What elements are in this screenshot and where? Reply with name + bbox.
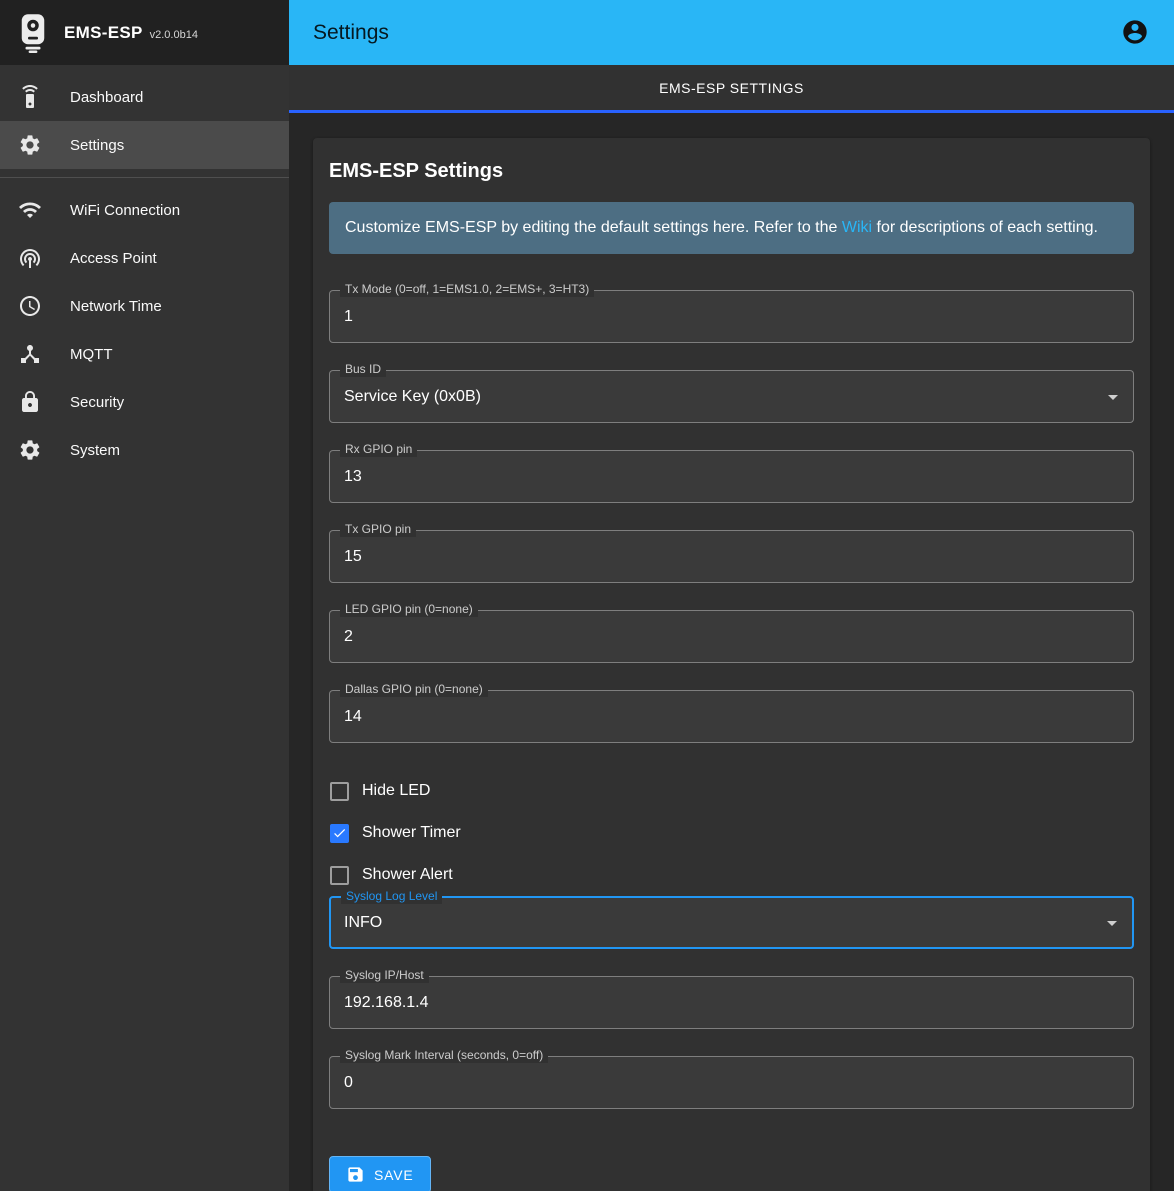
info-text-after: for descriptions of each setting. [872,219,1098,236]
field-label: Tx Mode (0=off, 1=EMS1.0, 2=EMS+, 3=HT3) [340,282,594,297]
brand-name: EMS-ESP [64,23,143,43]
content: EMS-ESP Settings Customize EMS-ESP by ed… [289,113,1174,1191]
appbar: Settings [289,0,1174,65]
check-icon [332,825,347,841]
field-label: Rx GPIO pin [340,442,417,457]
checkbox-row-shower-timer[interactable]: Shower Timer [329,812,1134,854]
arrow-drop-down-icon [1100,911,1124,935]
input-dallas-gpio[interactable]: Dallas GPIO pin (0=none)14 [329,690,1134,743]
field-value: 2 [344,628,353,646]
sidebar: EMS-ESP v2.0.0b14 Dashboard Settings WiFi … [0,0,289,1191]
sidebar-item-label: Dashboard [70,89,143,106]
field-value: 14 [344,708,362,726]
checkbox-label: Hide LED [362,782,430,800]
field-value: INFO [344,914,382,932]
input-rx-gpio[interactable]: Rx GPIO pin13 [329,450,1134,503]
account-button[interactable] [1120,18,1150,48]
sidebar-item-label: Access Point [70,250,157,267]
sidebar-brand: EMS-ESP v2.0.0b14 [0,0,289,65]
input-led-gpio[interactable]: LED GPIO pin (0=none)2 [329,610,1134,663]
sidebar-item-settings[interactable]: Settings [0,121,289,169]
brand-version: v2.0.0b14 [150,29,198,41]
arrow-drop-down-icon [1101,385,1125,409]
main: Settings EMS-ESP SETTINGS EMS-ESP Settin… [289,0,1174,1191]
checkbox-shower-alert[interactable] [330,866,349,885]
settings-form: Tx Mode (0=off, 1=EMS1.0, 2=EMS+, 3=HT3)… [329,290,1134,1109]
wifi-icon [18,198,42,222]
sidebar-item-network-time[interactable]: Network Time [0,282,289,330]
sidebar-nav: Dashboard Settings WiFi Connection Access P… [0,65,289,474]
checkbox-label: Shower Alert [362,866,453,884]
select-bus-id[interactable]: Bus IDService Key (0x0B) [329,370,1134,423]
save-button-label: SAVE [374,1167,414,1183]
device-hub-icon [18,342,42,366]
checkbox-row-shower-alert[interactable]: Shower Alert [329,854,1134,896]
checkbox-hide-led[interactable] [330,782,349,801]
sidebar-item-mqtt[interactable]: MQTT [0,330,289,378]
checkbox-shower-timer[interactable] [330,824,349,843]
sidebar-item-label: MQTT [70,346,113,363]
account-circle-icon [1121,18,1149,46]
sidebar-item-label: Security [70,394,124,411]
input-tx-gpio[interactable]: Tx GPIO pin15 [329,530,1134,583]
save-button[interactable]: SAVE [329,1156,431,1191]
field-value: 1 [344,308,353,326]
sidebar-item-security[interactable]: Security [0,378,289,426]
save-icon [346,1165,365,1184]
sidebar-item-label: WiFi Connection [70,202,180,219]
gear-icon [18,438,42,462]
field-value: 0 [344,1074,353,1092]
sidebar-item-label: Network Time [70,298,162,315]
sidebar-item-wifi-connection[interactable]: WiFi Connection [0,186,289,234]
page-title: Settings [313,21,389,45]
field-label: Syslog Log Level [341,889,442,904]
ems-esp-logo-icon [18,13,48,53]
field-value: 15 [344,548,362,566]
select-syslog-level[interactable]: Syslog Log LevelINFO [329,896,1134,949]
sidebar-item-label: Settings [70,137,124,154]
field-label: Syslog Mark Interval (seconds, 0=off) [340,1048,548,1063]
tabbar: EMS-ESP SETTINGS [289,65,1174,113]
input-syslog-mark[interactable]: Syslog Mark Interval (seconds, 0=off)0 [329,1056,1134,1109]
info-text-before: Customize EMS-ESP by editing the default… [345,219,842,236]
field-label: Syslog IP/Host [340,968,429,983]
app: EMS-ESP v2.0.0b14 Dashboard Settings WiFi … [0,0,1174,1191]
card-title: EMS-ESP Settings [329,160,1134,183]
checkbox-row-hide-led[interactable]: Hide LED [329,770,1134,812]
access-point-icon [18,246,42,270]
info-box: Customize EMS-ESP by editing the default… [329,202,1134,254]
wiki-link[interactable]: Wiki [842,219,872,236]
sidebar-divider [0,177,289,178]
tab-ems-esp-settings[interactable]: EMS-ESP SETTINGS [635,80,828,96]
lock-icon [18,390,42,414]
field-label: LED GPIO pin (0=none) [340,602,478,617]
field-value: 192.168.1.4 [344,994,429,1012]
sidebar-item-label: System [70,442,120,459]
sidebar-item-dashboard[interactable]: Dashboard [0,73,289,121]
sidebar-item-access-point[interactable]: Access Point [0,234,289,282]
clock-icon [18,294,42,318]
field-value: 13 [344,468,362,486]
settings-card: EMS-ESP Settings Customize EMS-ESP by ed… [313,138,1150,1191]
field-value: Service Key (0x0B) [344,388,481,406]
field-label: Dallas GPIO pin (0=none) [340,682,488,697]
input-syslog-host[interactable]: Syslog IP/Host192.168.1.4 [329,976,1134,1029]
input-tx-mode[interactable]: Tx Mode (0=off, 1=EMS1.0, 2=EMS+, 3=HT3)… [329,290,1134,343]
field-label: Bus ID [340,362,386,377]
field-label: Tx GPIO pin [340,522,416,537]
sidebar-item-system[interactable]: System [0,426,289,474]
gear-icon [18,133,42,157]
checkbox-label: Shower Timer [362,824,461,842]
settings-remote-icon [18,85,42,109]
